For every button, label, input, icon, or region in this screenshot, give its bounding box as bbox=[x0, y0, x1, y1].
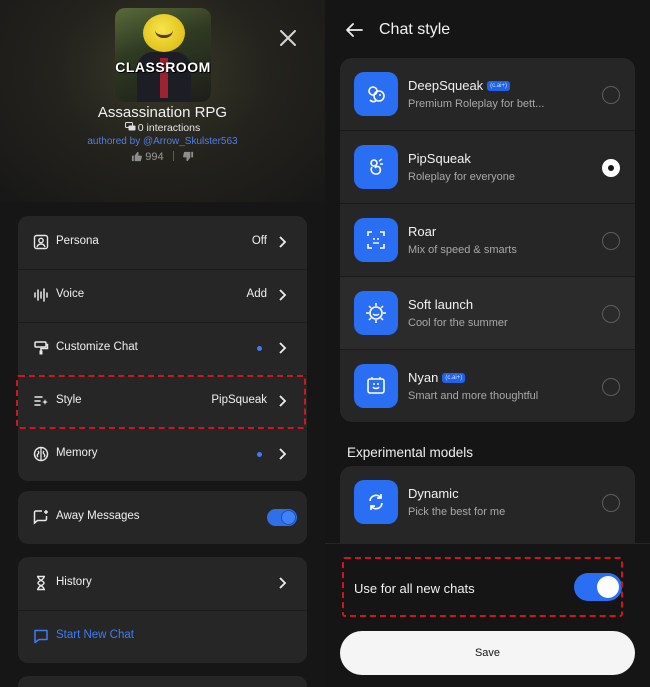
model-name: Dynamic bbox=[408, 486, 459, 501]
model-option-deepsqueak[interactable]: DeepSqueak (c.ai+) Premium Roleplay for b… bbox=[340, 58, 635, 131]
message-plus-icon bbox=[33, 510, 48, 525]
model-option-dynamic[interactable]: Dynamic Pick the best for me bbox=[340, 466, 635, 539]
model-description: Pick the best for me bbox=[408, 506, 506, 518]
settings-card: Persona Off Voice Add Customize Chat Sty… bbox=[18, 216, 307, 481]
chevron-right-icon bbox=[279, 448, 287, 460]
model-option-nyan[interactable]: Nyan (c.ai+) Smart and more thoughtful bbox=[340, 350, 635, 422]
history-label: History bbox=[56, 576, 92, 588]
new-indicator-dot bbox=[257, 346, 262, 351]
chat-style-header: Chat style bbox=[325, 0, 650, 58]
start-new-chat-label: Start New Chat bbox=[56, 629, 134, 641]
history-card: History Start New Chat bbox=[18, 557, 307, 663]
cai-plus-badge: (c.ai+) bbox=[442, 373, 466, 383]
persona-value: Off bbox=[251, 235, 267, 247]
model-radio[interactable] bbox=[602, 305, 620, 323]
hourglass-icon bbox=[37, 575, 45, 591]
cover-title: CLASSROOM bbox=[115, 59, 211, 75]
model-radio[interactable] bbox=[602, 232, 620, 250]
model-name: Roar bbox=[408, 224, 437, 239]
thumbs-up-icon[interactable] bbox=[131, 151, 143, 162]
bot-cover-image: CLASSROOM bbox=[115, 8, 211, 102]
model-radio-selected[interactable] bbox=[602, 159, 620, 177]
away-messages-label: Away Messages bbox=[56, 510, 140, 522]
away-messages-card: Away Messages bbox=[18, 491, 307, 544]
model-option-soft-launch[interactable]: Soft launch Cool for the summer bbox=[340, 277, 635, 350]
roar-icon bbox=[354, 218, 398, 262]
experimental-models-heading: Experimental models bbox=[347, 445, 474, 460]
new-indicator-dot bbox=[257, 452, 262, 457]
vote-bar: 994 bbox=[0, 151, 325, 163]
model-option-roar[interactable]: Roar Mix of speed & smarts bbox=[340, 204, 635, 277]
bot-name: Assassination RPG bbox=[97, 104, 228, 121]
model-name: PipSqueak bbox=[408, 151, 471, 166]
voice-waveform-icon bbox=[34, 288, 48, 302]
cai-plus-badge: (c.ai+) bbox=[487, 81, 511, 91]
interaction-count: 0 interactions bbox=[0, 122, 325, 134]
customize-chat-row[interactable]: Customize Chat bbox=[18, 322, 307, 375]
page-title: Chat style bbox=[379, 21, 451, 38]
use-for-all-highlight bbox=[342, 557, 623, 617]
model-description: Roleplay for everyone bbox=[408, 171, 516, 183]
model-name: Soft launch bbox=[408, 297, 474, 312]
model-description: Smart and more thoughtful bbox=[408, 390, 539, 402]
model-description: Mix of speed & smarts bbox=[408, 244, 517, 256]
author-link[interactable]: authored by @Arrow_Skulster563 bbox=[0, 136, 325, 147]
like-count: 994 bbox=[145, 151, 164, 163]
soft-launch-icon bbox=[354, 291, 398, 335]
nyan-icon bbox=[354, 364, 398, 408]
memory-row[interactable]: Memory bbox=[18, 428, 307, 481]
model-option-pipsqueak[interactable]: PipSqueak Roleplay for everyone bbox=[340, 131, 635, 204]
model-radio[interactable] bbox=[602, 86, 620, 104]
paint-roller-icon bbox=[34, 341, 49, 355]
chat-style-panel: Chat style DeepSqueak (c.ai+) Premium Rol… bbox=[325, 0, 650, 687]
persona-icon bbox=[33, 234, 49, 250]
history-row[interactable]: History bbox=[18, 557, 307, 610]
chevron-right-icon bbox=[279, 342, 287, 354]
memory-label: Memory bbox=[56, 447, 98, 459]
back-arrow-icon[interactable] bbox=[345, 22, 363, 38]
away-messages-row[interactable]: Away Messages bbox=[18, 491, 307, 544]
deepsqueak-icon bbox=[354, 72, 398, 116]
model-description: Cool for the summer bbox=[408, 317, 508, 329]
voice-row[interactable]: Voice Add bbox=[18, 269, 307, 322]
experimental-model-list: Dynamic Pick the best for me bbox=[340, 466, 635, 546]
customize-chat-label: Customize Chat bbox=[56, 341, 138, 353]
model-name: DeepSqueak bbox=[408, 78, 484, 93]
chevron-right-icon bbox=[279, 289, 287, 301]
style-row-highlight bbox=[16, 375, 306, 429]
dynamic-refresh-icon bbox=[354, 480, 398, 524]
model-radio[interactable] bbox=[602, 494, 620, 512]
next-card-partial bbox=[18, 676, 307, 687]
model-list: DeepSqueak (c.ai+) Premium Roleplay for b… bbox=[340, 58, 635, 422]
new-chat-icon bbox=[34, 629, 48, 644]
start-new-chat-row[interactable]: Start New Chat bbox=[18, 610, 307, 663]
voice-value: Add bbox=[246, 288, 267, 300]
chevron-right-icon bbox=[279, 236, 287, 248]
pipsqueak-icon bbox=[354, 145, 398, 189]
bot-header: CLASSROOM Assassination RPG 0 interactio… bbox=[0, 0, 325, 202]
voice-label: Voice bbox=[56, 288, 85, 300]
away-messages-toggle[interactable] bbox=[267, 509, 297, 526]
interaction-count-text: 0 interactions bbox=[137, 122, 201, 134]
bot-settings-panel: CLASSROOM Assassination RPG 0 interactio… bbox=[0, 0, 325, 687]
memory-brain-icon bbox=[33, 446, 49, 462]
model-name: Nyan bbox=[408, 370, 439, 385]
save-button[interactable]: Save bbox=[340, 631, 635, 675]
close-icon[interactable] bbox=[276, 26, 300, 50]
bottom-actions: Use for all new chats Save bbox=[325, 543, 650, 687]
chat-bubbles-icon bbox=[124, 122, 136, 131]
persona-row[interactable]: Persona Off bbox=[18, 216, 307, 269]
model-radio[interactable] bbox=[602, 378, 620, 396]
chevron-right-icon bbox=[279, 577, 287, 589]
model-description: Premium Roleplay for bett... bbox=[408, 98, 545, 110]
thumbs-down-icon[interactable] bbox=[182, 151, 194, 162]
persona-label: Persona bbox=[56, 235, 99, 247]
